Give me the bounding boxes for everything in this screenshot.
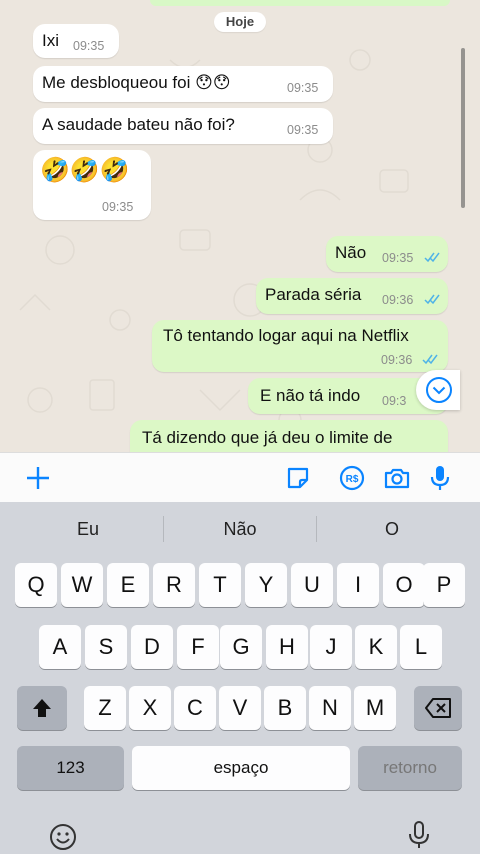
suggestion-2[interactable]: Não (160, 502, 320, 552)
message-time: 09:3 (382, 394, 407, 408)
key-e[interactable]: E (107, 563, 149, 607)
space-key[interactable]: espaço (132, 746, 350, 790)
scrollbar[interactable] (461, 48, 465, 208)
message-text: Parada séria (265, 285, 362, 304)
keyboard: Eu Não O Q W E R T Y U I O P A S D F G H… (0, 502, 480, 854)
key-d[interactable]: D (131, 625, 173, 669)
backspace-icon (425, 698, 451, 718)
message-bubble-outgoing[interactable]: Tá dizendo que já deu o limite de (130, 420, 448, 452)
key-o[interactable]: O (383, 563, 425, 607)
message-text: A saudade bateu não foi? (42, 115, 235, 134)
previous-message-edge (150, 0, 450, 6)
message-text: Não (335, 243, 367, 262)
message-text: Ixi (42, 31, 59, 50)
key-g[interactable]: G (220, 625, 262, 669)
chevron-down-circle-icon (426, 377, 452, 403)
key-a[interactable]: A (39, 625, 81, 669)
message-input-bar: R$ (0, 452, 480, 503)
message-time: 09:35 (382, 251, 414, 265)
message-bubble-outgoing[interactable]: Não 09:35 (326, 236, 448, 272)
key-k[interactable]: K (355, 625, 397, 669)
payment-icon[interactable]: R$ (338, 464, 366, 492)
message-bubble-outgoing[interactable]: Parada séria 09:36 (256, 278, 448, 314)
message-time: 09:36 (381, 353, 413, 367)
key-s[interactable]: S (85, 625, 127, 669)
message-text: Tá dizendo que já deu o limite de (142, 428, 393, 447)
key-j[interactable]: J (310, 625, 352, 669)
key-x[interactable]: X (129, 686, 171, 730)
message-time: 09:35 (287, 123, 319, 137)
return-key[interactable]: retorno (358, 746, 462, 790)
message-time: 09:35 (73, 39, 105, 53)
message-text: E não tá indo (260, 386, 361, 405)
key-v[interactable]: V (219, 686, 261, 730)
message-time: 09:35 (287, 81, 319, 95)
date-separator: Hoje (214, 12, 266, 32)
message-text: Tô tentando logar aqui na Netflix (163, 326, 409, 345)
shift-arrow-icon (33, 699, 51, 717)
scroll-to-bottom-button[interactable] (416, 370, 460, 410)
message-text: Me desbloqueou foi 😯😯 (42, 73, 231, 92)
camera-icon[interactable] (383, 464, 411, 492)
message-bubble-incoming[interactable]: A saudade bateu não foi? 09:35 (33, 108, 333, 144)
key-i[interactable]: I (337, 563, 379, 607)
emoji-icon[interactable] (48, 822, 78, 852)
key-m[interactable]: M (354, 686, 396, 730)
message-bubble-incoming[interactable]: Ixi 09:35 (33, 24, 119, 58)
key-r[interactable]: R (153, 563, 195, 607)
key-n[interactable]: N (309, 686, 351, 730)
key-z[interactable]: Z (84, 686, 126, 730)
plus-icon[interactable] (24, 464, 52, 492)
message-text: 🤣🤣🤣 (40, 157, 130, 184)
shift-key[interactable] (17, 686, 67, 730)
backspace-key[interactable] (414, 686, 462, 730)
dictation-microphone-icon[interactable] (404, 820, 434, 850)
key-t[interactable]: T (199, 563, 241, 607)
message-bubble-outgoing[interactable]: Tô tentando logar aqui na Netflix 09:36 (152, 320, 448, 372)
suggestion-1[interactable]: Eu (8, 502, 168, 552)
chat-area[interactable]: Hoje Ixi 09:35 Me desbloqueou foi 😯😯 09:… (0, 0, 480, 452)
payment-symbol: R$ (346, 474, 359, 485)
message-time: 09:35 (102, 200, 134, 214)
message-time: 09:36 (382, 293, 414, 307)
key-b[interactable]: B (264, 686, 306, 730)
key-h[interactable]: H (266, 625, 308, 669)
read-ticks-icon (424, 294, 440, 305)
key-c[interactable]: C (174, 686, 216, 730)
key-y[interactable]: Y (245, 563, 287, 607)
sticker-icon[interactable] (284, 464, 312, 492)
message-bubble-incoming[interactable]: Me desbloqueou foi 😯😯 09:35 (33, 66, 333, 102)
read-ticks-icon (422, 354, 438, 365)
key-f[interactable]: F (177, 625, 219, 669)
key-p[interactable]: P (423, 563, 465, 607)
key-w[interactable]: W (61, 563, 103, 607)
key-u[interactable]: U (291, 563, 333, 607)
suggestion-3[interactable]: O (312, 502, 472, 552)
key-q[interactable]: Q (15, 563, 57, 607)
numbers-key[interactable]: 123 (17, 746, 124, 790)
key-l[interactable]: L (400, 625, 442, 669)
read-ticks-icon (424, 252, 440, 263)
microphone-icon[interactable] (426, 464, 454, 492)
message-bubble-incoming[interactable]: 🤣🤣🤣 09:35 (33, 150, 151, 220)
